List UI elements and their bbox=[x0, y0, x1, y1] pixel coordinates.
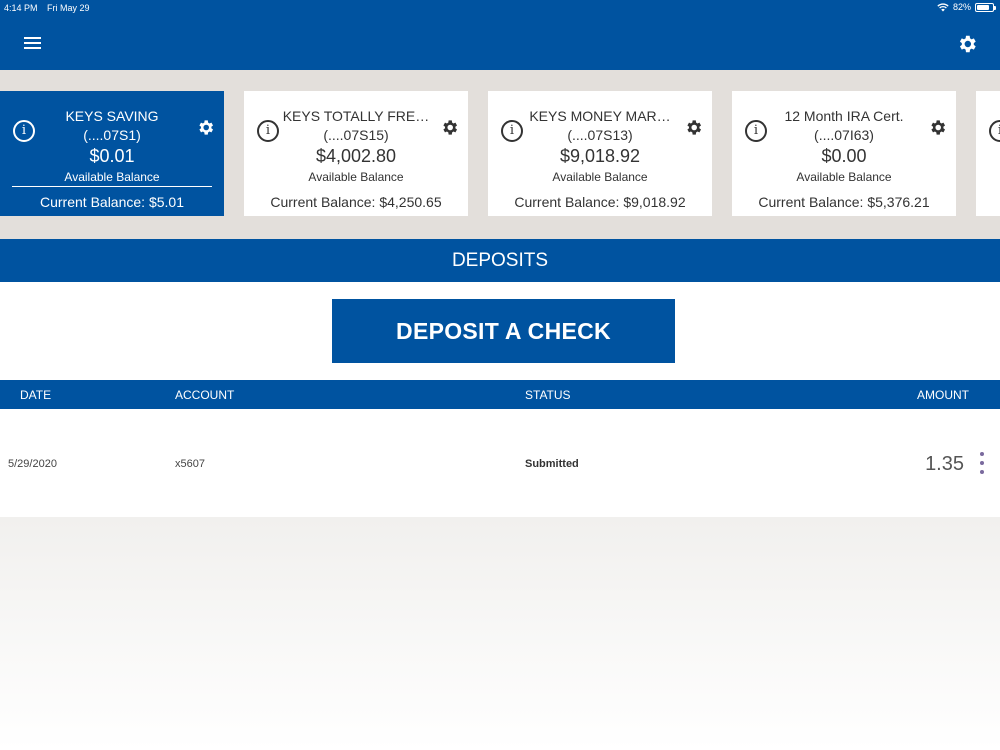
account-number: (....07I63) bbox=[814, 127, 874, 143]
current-balance: Current Balance: $9,018.92 bbox=[514, 194, 686, 210]
deposits-header: DEPOSITS bbox=[0, 239, 1000, 282]
table-row[interactable]: 5/29/2020 x5607 Submitted 1.35 bbox=[0, 409, 1000, 517]
info-icon[interactable]: i bbox=[257, 120, 279, 142]
available-balance-label: Available Balance bbox=[552, 170, 648, 184]
available-balance-label: Available Balance bbox=[308, 170, 404, 184]
wifi-icon bbox=[937, 2, 949, 11]
column-amount[interactable]: AMOUNT bbox=[917, 388, 969, 402]
info-icon[interactable]: i bbox=[501, 120, 523, 142]
hamburger-menu-button[interactable] bbox=[24, 35, 42, 51]
account-name: KEYS SAVING bbox=[65, 108, 159, 124]
column-date[interactable]: DATE bbox=[20, 388, 51, 402]
available-balance: $9,018.92 bbox=[559, 146, 641, 166]
gear-icon[interactable] bbox=[440, 118, 459, 137]
account-card-12-month-ira[interactable]: i 12 Month IRA Cert. (....07I63) $0.00 A… bbox=[732, 91, 956, 216]
account-number: (....07S15) bbox=[323, 127, 389, 143]
current-balance: Current Balance: $4,250.65 bbox=[270, 194, 442, 210]
empty-area bbox=[0, 517, 1000, 750]
gear-icon[interactable] bbox=[956, 33, 978, 55]
battery-fill bbox=[977, 4, 990, 10]
app-header: 4:14 PM Fri May 29 82% bbox=[0, 0, 1000, 70]
row-amount: 1.35 bbox=[925, 453, 964, 475]
account-card-keys-totally-free[interactable]: i KEYS TOTALLY FRE… (....07S15) $4,002.8… bbox=[244, 91, 468, 216]
info-icon[interactable]: i bbox=[989, 120, 1000, 142]
accounts-carousel[interactable]: i KEYS SAVING (....07S1) $0.01 Available… bbox=[0, 70, 1000, 239]
more-options-icon[interactable] bbox=[978, 452, 986, 474]
battery-icon bbox=[975, 2, 996, 12]
row-status: Submitted bbox=[525, 458, 579, 470]
status-time: 4:14 PM bbox=[4, 3, 38, 13]
current-balance: Current Balance: $5.01 bbox=[40, 194, 184, 210]
account-card-keys-saving[interactable]: i KEYS SAVING (....07S1) $0.01 Available… bbox=[0, 91, 224, 216]
account-name: 12 Month IRA Cert. bbox=[784, 108, 904, 124]
gear-icon[interactable] bbox=[684, 118, 703, 137]
row-account: x5607 bbox=[175, 458, 205, 470]
available-balance-label: Available Balance bbox=[796, 170, 892, 184]
account-number: (....07S13) bbox=[567, 127, 633, 143]
account-card-keys-money-market[interactable]: i KEYS MONEY MAR… (....07S13) $9,018.92 … bbox=[488, 91, 712, 216]
available-balance: $0.01 bbox=[89, 146, 135, 166]
account-card-partial[interactable]: i bbox=[976, 91, 1000, 216]
deposits-table-header: DATE ACCOUNT STATUS AMOUNT bbox=[0, 380, 1000, 409]
battery-percent: 82% bbox=[952, 2, 971, 12]
column-status[interactable]: STATUS bbox=[525, 388, 571, 402]
column-account[interactable]: ACCOUNT bbox=[175, 388, 234, 402]
account-number: (....07S1) bbox=[83, 127, 141, 143]
current-balance: Current Balance: $5,376.21 bbox=[758, 194, 930, 210]
row-date: 5/29/2020 bbox=[8, 458, 57, 470]
available-balance: $0.00 bbox=[821, 146, 867, 166]
available-balance-label: Available Balance bbox=[64, 170, 160, 184]
info-icon[interactable]: i bbox=[745, 120, 767, 142]
status-date: Fri May 29 bbox=[47, 3, 90, 13]
account-name: KEYS MONEY MAR… bbox=[529, 108, 671, 124]
status-bar: 4:14 PM Fri May 29 82% bbox=[0, 0, 1000, 16]
account-name: KEYS TOTALLY FRE… bbox=[282, 108, 430, 124]
deposit-a-check-button[interactable]: DEPOSIT A CHECK bbox=[332, 299, 675, 363]
gear-icon[interactable] bbox=[196, 118, 215, 137]
available-balance: $4,002.80 bbox=[315, 146, 397, 166]
status-right: 82% bbox=[937, 2, 996, 12]
gear-icon[interactable] bbox=[928, 118, 947, 137]
card-divider bbox=[12, 186, 212, 187]
info-icon[interactable]: i bbox=[13, 120, 35, 142]
